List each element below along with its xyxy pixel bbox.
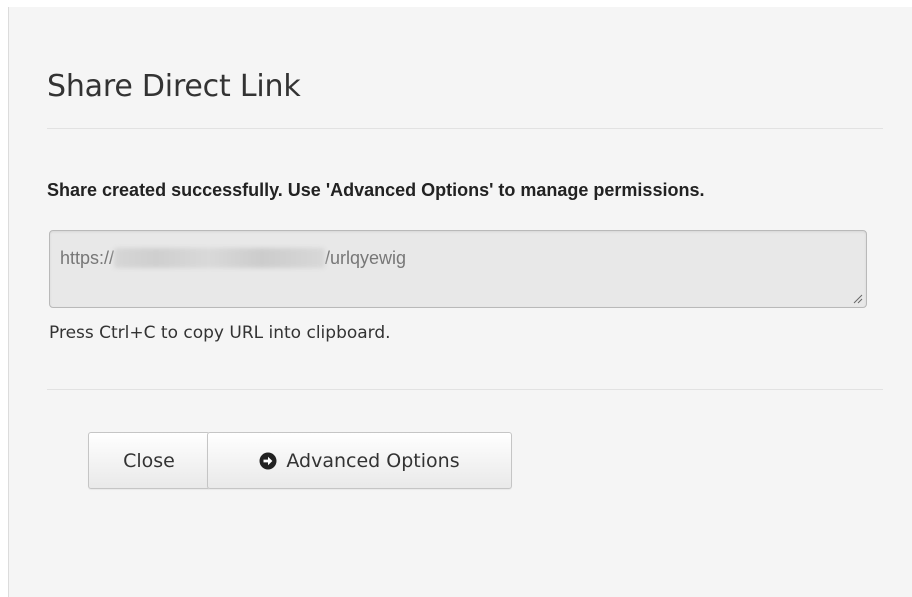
success-message: Share created successfully. Use 'Advance… <box>47 180 705 200</box>
redacted-domain <box>114 248 326 268</box>
close-button[interactable]: Close <box>88 432 210 489</box>
copy-hint: Press Ctrl+C to copy URL into clipboard. <box>49 323 391 343</box>
url-prefix: https:// <box>60 248 115 268</box>
circle-arrow-right-icon <box>259 452 277 469</box>
advanced-options-label: Advanced Options <box>286 449 460 472</box>
share-url-value: https:// /urlqyewig <box>60 247 406 269</box>
resize-grip-icon[interactable] <box>853 294 863 304</box>
footer-divider <box>47 389 883 390</box>
dialog-title: Share Direct Link <box>47 69 301 104</box>
advanced-options-button[interactable]: Advanced Options <box>207 432 512 489</box>
url-suffix: /urlqyewig <box>325 248 407 268</box>
close-button-label: Close <box>123 449 175 472</box>
share-direct-link-dialog: Share Direct Link Share created successf… <box>8 7 912 597</box>
title-divider <box>47 128 883 129</box>
share-url-textarea[interactable]: https:// /urlqyewig <box>49 230 867 308</box>
